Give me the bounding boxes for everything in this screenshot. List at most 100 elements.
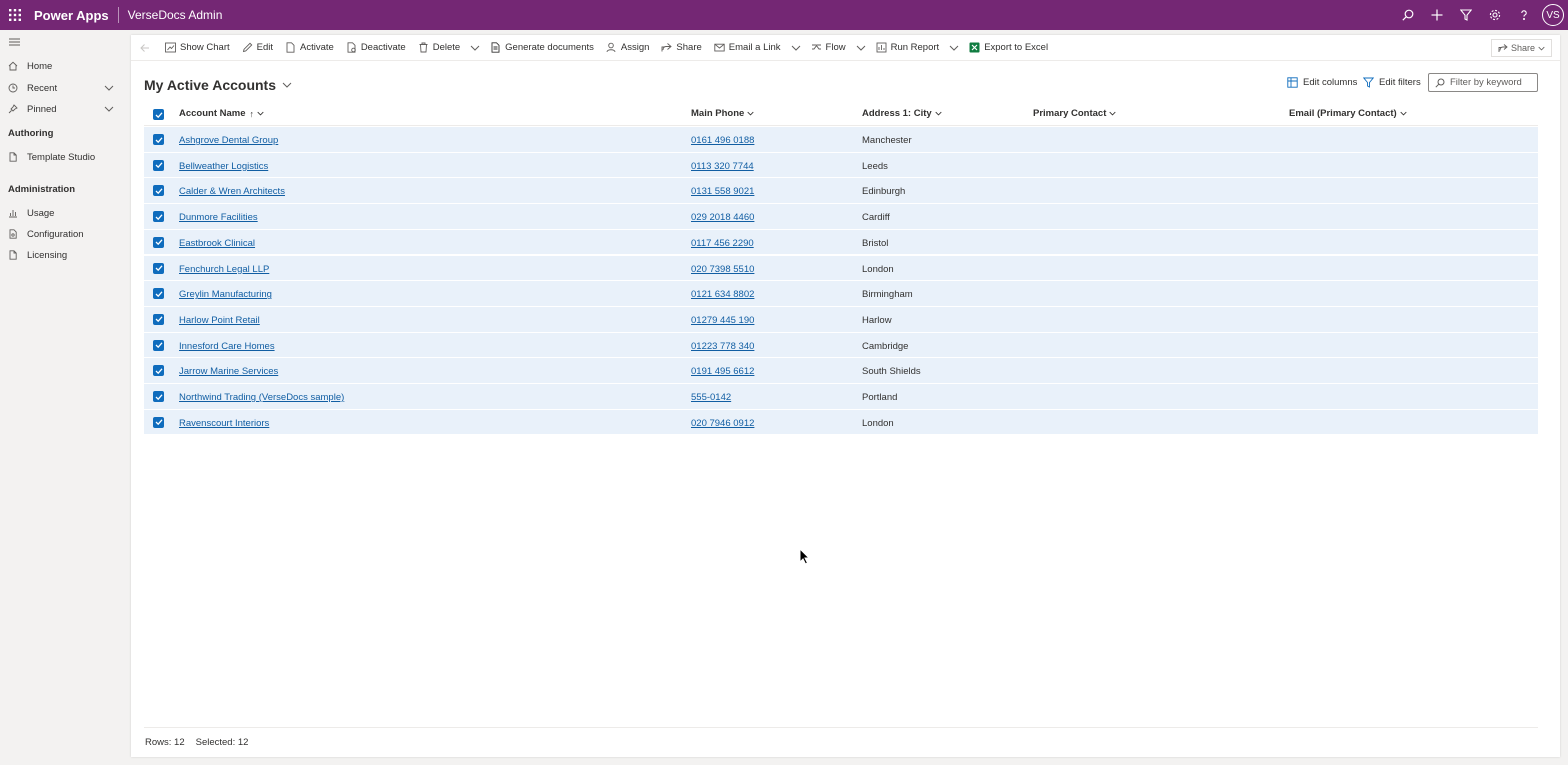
- run-report-button[interactable]: Run Report: [870, 35, 946, 61]
- table-row[interactable]: Northwind Trading (VerseDocs sample) 555…: [144, 384, 1538, 410]
- account-name-link[interactable]: Ashgrove Dental Group: [179, 135, 278, 146]
- activate-button[interactable]: Activate: [279, 35, 340, 61]
- avatar[interactable]: VS: [1542, 4, 1564, 26]
- edit-filters-button[interactable]: Edit filters: [1363, 77, 1421, 88]
- row-checkbox[interactable]: [153, 134, 164, 145]
- generate-documents-button[interactable]: Generate documents: [484, 35, 600, 61]
- app-brand[interactable]: Power Apps: [34, 8, 109, 23]
- back-arrow-icon[interactable]: [131, 35, 159, 61]
- row-checkbox[interactable]: [153, 391, 164, 402]
- chevron-down-icon[interactable]: [104, 83, 114, 93]
- phone-link[interactable]: 0113 320 7744: [691, 161, 754, 172]
- phone-link[interactable]: 0161 496 0188: [691, 135, 754, 146]
- row-checkbox[interactable]: [153, 159, 164, 171]
- flow-button[interactable]: Flow: [805, 35, 852, 61]
- phone-link[interactable]: 0117 456 2290: [691, 238, 754, 249]
- deactivate-button[interactable]: Deactivate: [340, 35, 412, 61]
- account-name-link[interactable]: Dunmore Facilities: [179, 212, 258, 223]
- phone-link[interactable]: 555-0142: [691, 392, 731, 403]
- column-header-primary-contact[interactable]: Primary Contact: [1033, 108, 1117, 119]
- account-name-link[interactable]: Eastbrook Clinical: [179, 238, 255, 249]
- account-name-link[interactable]: Calder & Wren Architects: [179, 186, 285, 197]
- table-row[interactable]: Jarrow Marine Services 0191 495 6612 Sou…: [144, 358, 1538, 384]
- table-row[interactable]: Dunmore Facilities 029 2018 4460 Cardiff: [144, 204, 1538, 230]
- chevron-down-icon[interactable]: [104, 104, 114, 114]
- phone-link[interactable]: 029 2018 4460: [691, 212, 754, 223]
- phone-link[interactable]: 0121 634 8802: [691, 289, 754, 300]
- account-name-link[interactable]: Greylin Manufacturing: [179, 289, 272, 300]
- search-icon[interactable]: [1393, 0, 1422, 30]
- sidebar: Home Recent Pinned Authoring Template St…: [0, 30, 122, 765]
- share-menu-button[interactable]: Share: [1490, 39, 1552, 57]
- row-checkbox[interactable]: [153, 313, 164, 325]
- table-row[interactable]: Ravenscourt Interiors 020 7946 0912 Lond…: [144, 409, 1538, 436]
- edit-columns-button[interactable]: Edit columns: [1287, 77, 1357, 88]
- row-checkbox[interactable]: [153, 365, 164, 377]
- show-chart-button[interactable]: Show Chart: [159, 35, 236, 61]
- view-selector[interactable]: My Active Accounts: [144, 77, 292, 93]
- phone-link[interactable]: 020 7398 5510: [691, 264, 754, 275]
- report-chevron-icon[interactable]: [945, 35, 963, 61]
- phone-link[interactable]: 0191 495 6612: [691, 366, 754, 377]
- phone-link[interactable]: 020 7946 0912: [691, 418, 754, 429]
- account-name-link[interactable]: Bellweather Logistics: [179, 161, 268, 172]
- hamburger-menu-icon[interactable]: [9, 37, 23, 49]
- row-checkbox[interactable]: [153, 262, 164, 274]
- row-checkbox[interactable]: [153, 236, 164, 248]
- sidebar-item-configuration[interactable]: Configuration: [0, 224, 122, 244]
- app-launcher-icon[interactable]: [0, 0, 30, 30]
- table-row[interactable]: Innesford Care Homes 01223 778 340 Cambr…: [144, 332, 1538, 359]
- help-icon[interactable]: [1509, 0, 1538, 30]
- filter-icon: [1363, 77, 1374, 88]
- row-checkbox[interactable]: [153, 339, 164, 351]
- table-row[interactable]: Harlow Point Retail 01279 445 190 Harlow: [144, 306, 1538, 333]
- sidebar-item-pinned[interactable]: Pinned: [0, 99, 122, 119]
- row-checkbox[interactable]: [153, 185, 164, 197]
- phone-link[interactable]: 0131 558 9021: [691, 186, 754, 197]
- account-name-link[interactable]: Fenchurch Legal LLP: [179, 264, 269, 275]
- account-name-link[interactable]: Jarrow Marine Services: [179, 366, 278, 377]
- sidebar-item-recent[interactable]: Recent: [0, 78, 122, 98]
- edit-button[interactable]: Edit: [236, 35, 279, 61]
- sidebar-item-licensing[interactable]: Licensing: [0, 245, 122, 265]
- column-header-email[interactable]: Email (Primary Contact): [1289, 108, 1407, 119]
- environment-name[interactable]: VerseDocs Admin: [128, 8, 223, 22]
- row-checkbox[interactable]: [153, 211, 164, 223]
- sidebar-item-usage[interactable]: Usage: [0, 203, 122, 223]
- share-button[interactable]: Share: [655, 35, 707, 61]
- filter-icon[interactable]: [1451, 0, 1480, 30]
- assign-button[interactable]: Assign: [600, 35, 656, 61]
- table-row[interactable]: Ashgrove Dental Group 0161 496 0188 Manc…: [144, 127, 1538, 153]
- email-chevron-icon[interactable]: [787, 35, 805, 61]
- gear-icon[interactable]: [1480, 0, 1509, 30]
- sidebar-item-template-studio[interactable]: Template Studio: [0, 147, 122, 167]
- chevron-down-icon: [1400, 111, 1407, 116]
- city-cell: Manchester: [862, 135, 912, 146]
- table-row[interactable]: Eastbrook Clinical 0117 456 2290 Bristol: [144, 229, 1538, 256]
- row-checkbox[interactable]: [153, 288, 164, 300]
- city-cell: Edinburgh: [862, 186, 906, 198]
- flow-chevron-icon[interactable]: [852, 35, 870, 61]
- row-checkbox[interactable]: [153, 416, 164, 428]
- account-name-link[interactable]: Northwind Trading (VerseDocs sample): [179, 392, 344, 403]
- column-header-main-phone[interactable]: Main Phone: [691, 108, 754, 119]
- email-link-button[interactable]: Email a Link: [708, 35, 787, 61]
- plus-icon[interactable]: [1422, 0, 1451, 30]
- account-name-link[interactable]: Harlow Point Retail: [179, 315, 260, 326]
- select-all-checkbox[interactable]: [153, 109, 164, 120]
- delete-button[interactable]: Delete: [412, 35, 466, 61]
- column-header-city[interactable]: Address 1: City: [862, 108, 942, 119]
- table-row[interactable]: Greylin Manufacturing 0121 634 8802 Birm…: [144, 281, 1538, 307]
- export-excel-button[interactable]: Export to Excel: [963, 35, 1054, 61]
- filter-keyword-input[interactable]: Filter by keyword: [1428, 73, 1538, 92]
- account-name-link[interactable]: Innesford Care Homes: [179, 341, 275, 352]
- column-header-account-name[interactable]: Account Name ↑: [179, 108, 264, 119]
- phone-link[interactable]: 01279 445 190: [691, 315, 754, 326]
- sidebar-item-home[interactable]: Home: [0, 56, 122, 76]
- phone-link[interactable]: 01223 778 340: [691, 341, 754, 352]
- more-commands-chevron-icon[interactable]: [466, 35, 484, 61]
- table-row[interactable]: Fenchurch Legal LLP 020 7398 5510 London: [144, 255, 1538, 282]
- table-row[interactable]: Bellweather Logistics 0113 320 7744 Leed…: [144, 152, 1538, 179]
- table-row[interactable]: Calder & Wren Architects 0131 558 9021 E…: [144, 178, 1538, 205]
- account-name-link[interactable]: Ravenscourt Interiors: [179, 418, 269, 429]
